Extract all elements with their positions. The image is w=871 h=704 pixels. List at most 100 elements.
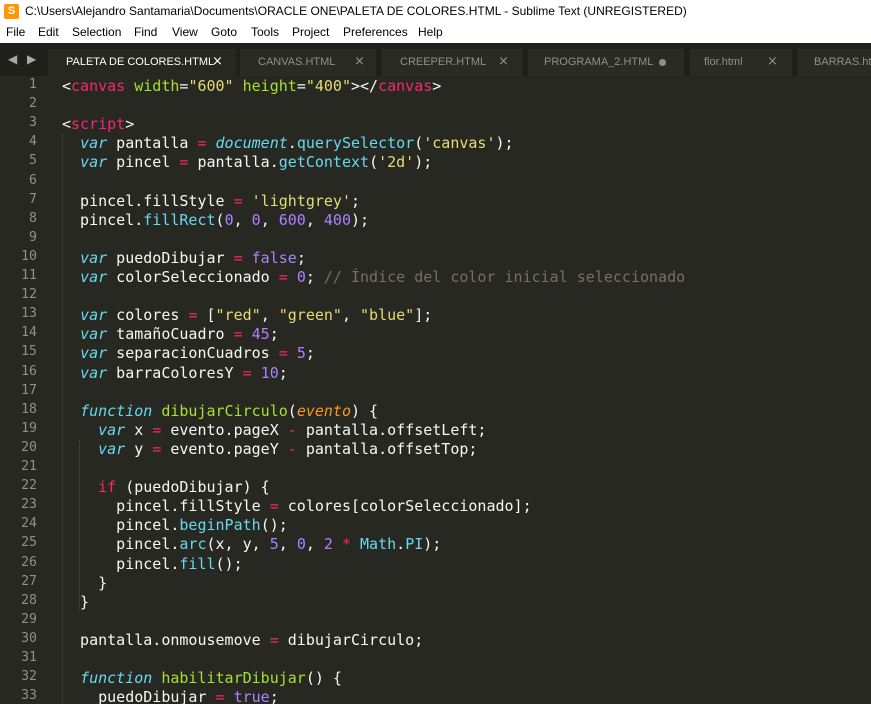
menu-view[interactable]: View [172,25,198,39]
code-line: pincel.arc(x, y, 5, 0, 2 * Math.PI); [62,535,441,553]
code-token: - [287,439,297,458]
code-token: var [80,306,108,325]
code-token: "red" [215,306,261,325]
code-token: , [305,210,324,229]
code-token: "blue" [360,306,415,325]
close-icon[interactable]: × [498,54,509,69]
tab-label: flor.html [704,56,743,68]
code-token: = [152,420,162,439]
code-token: var [80,134,108,153]
code-line: pantalla.onmousemove = dibujarCirculo; [62,631,423,649]
tab-flor[interactable]: flor.html × [690,49,792,76]
code-token: ) { [351,401,379,420]
line-number: 32 [21,669,37,685]
sublime-text-app-icon: S [4,4,19,19]
indent-guide [79,439,80,612]
code-token: . [396,535,406,554]
code-token: colores[colorSeleccionado]; [278,497,532,516]
tab-creeper[interactable]: CREEPER.HTML × [382,49,522,76]
menu-help[interactable]: Help [418,25,443,39]
menu-find[interactable]: Find [134,25,157,39]
code-token: = [278,268,288,286]
code-token: separacionCuadros [107,344,279,363]
code-token: pantalla [107,134,198,153]
close-icon[interactable]: × [354,54,365,69]
line-number: 5 [29,153,37,169]
tab-label: CREEPER.HTML [400,56,487,68]
title-bar: S C:\Users\Alejandro Santamaria\Document… [0,0,871,23]
line-number: 31 [21,650,37,665]
code-token: 0 [296,535,306,554]
tab-programa-2[interactable]: PROGRAMA_2.HTML [528,49,684,76]
menu-file[interactable]: File [6,25,25,39]
code-token: , [305,535,324,554]
code-token: , [260,210,279,229]
tab-label: BARRAS.htm [814,56,871,68]
code-token: var [80,268,108,286]
code-token: pantalla.onmousemove [62,630,270,649]
tab-nav-arrows-icon[interactable]: ◀ ▶ [8,52,39,66]
code-line: } [62,574,107,592]
code-line: pincel.fillRect(0, 0, 600, 400); [62,211,369,229]
code-token: ]; [414,306,433,325]
line-number: 15 [21,344,37,360]
code-token: 10 [260,363,279,382]
code-token: habilitarDibujar [161,669,306,688]
unsaved-dot-icon[interactable] [659,59,666,66]
code-line: puedoDibujar = true; [62,688,279,704]
line-number: 28 [21,592,37,608]
code-token: = [152,439,162,458]
close-icon[interactable]: × [212,54,223,69]
close-icon[interactable]: × [767,54,778,69]
line-number: 14 [21,325,37,341]
menu-edit[interactable]: Edit [38,25,59,39]
line-number: 1 [29,77,37,92]
menu-tools[interactable]: Tools [251,25,279,39]
code-token: ; [305,268,324,286]
code-token: dibujarCirculo [161,401,288,420]
code-token: (); [260,516,288,535]
code-token: , [278,535,297,554]
code-token: 5 [296,344,306,363]
tab-barras[interactable]: BARRAS.htm [798,49,871,76]
code-token: } [62,592,90,611]
code-token: = [233,325,243,344]
menu-preferences[interactable]: Preferences [343,25,408,39]
code-token: script [71,115,126,134]
tab-canvas[interactable]: CANVAS.HTML × [240,49,376,76]
line-number: 18 [21,401,37,417]
code-token: pantalla.offsetTop; [296,439,478,458]
code-token: '2d' [378,153,415,172]
line-number: 4 [29,134,37,150]
menu-selection[interactable]: Selection [72,25,121,39]
code-token: colorSeleccionado [107,268,279,286]
code-token: x [125,420,153,439]
code-token: 600 [278,210,306,229]
code-line: pincel.fillStyle = colores[colorSeleccio… [62,497,532,516]
code-token: . [287,134,297,153]
code-token: pantalla.offsetLeft; [296,420,487,439]
code-line: pincel.fillStyle = 'lightgrey'; [62,192,360,210]
code-token: 400 [323,210,351,229]
code-editor[interactable]: <canvas width="600" height="400"></canva… [62,76,871,704]
line-number: 13 [21,306,37,322]
menu-project[interactable]: Project [292,25,329,39]
code-token: ; [269,688,279,704]
code-line: function dibujarCirculo(evento) { [62,402,378,420]
menu-goto[interactable]: Goto [211,25,237,39]
line-number: 8 [29,210,37,226]
code-token: ; [278,363,288,382]
tab-paleta-de-colores[interactable]: PALETA DE COLORES.HTML × [48,49,236,76]
code-token: ); [351,210,370,229]
line-number: 9 [29,229,37,245]
